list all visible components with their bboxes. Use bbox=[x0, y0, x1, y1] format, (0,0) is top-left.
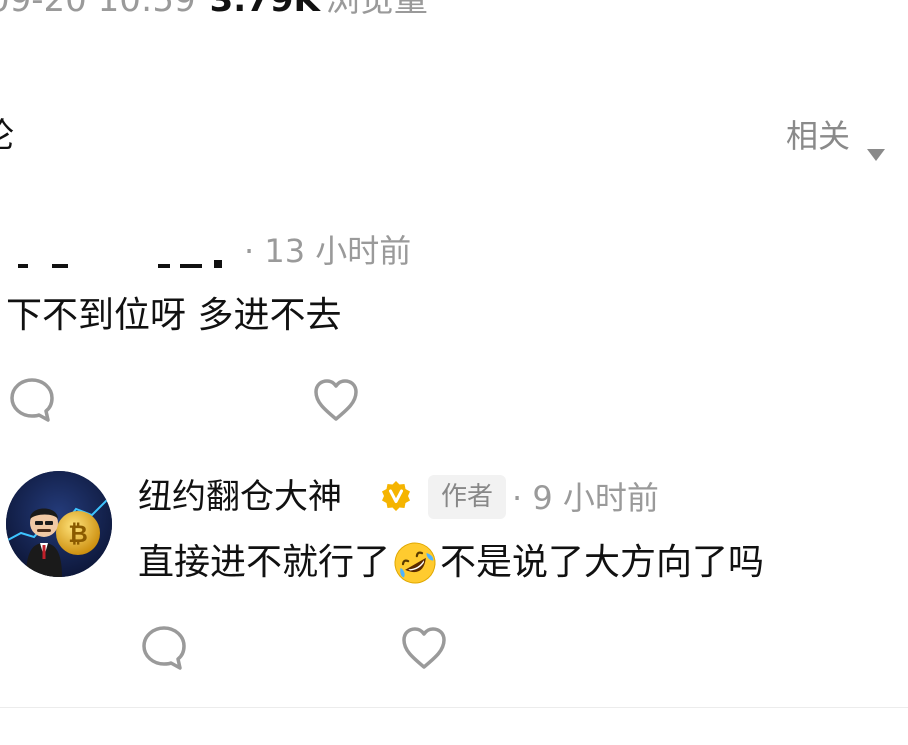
comment-text-part: 直接进不就行了 bbox=[138, 542, 391, 583]
comment-author-name[interactable]: 纽约翻仓大神 bbox=[138, 474, 342, 520]
comment-text-part: 不是说了大方向了吗 bbox=[440, 542, 765, 583]
avatar[interactable]: ₿ bbox=[6, 471, 112, 577]
comment-time: · 9 小时前 bbox=[512, 479, 659, 517]
views-label: 浏览量 bbox=[325, 0, 428, 20]
reply-icon[interactable] bbox=[8, 376, 56, 424]
cropped-name-strokes bbox=[18, 260, 222, 268]
comment-text: 直接进不就行了 不是说了大方向了吗 bbox=[138, 538, 764, 588]
caret-down-icon bbox=[866, 129, 886, 161]
views-count: 3.79K bbox=[209, 0, 320, 20]
comment-time: · 13 小时前 bbox=[244, 232, 412, 270]
svg-text:₿: ₿ bbox=[68, 520, 88, 548]
comment-author-name[interactable] bbox=[8, 260, 248, 274]
avatar-image: ₿ bbox=[6, 471, 112, 577]
comments-page: 09-20 10:59 3.79K浏览量 论 相关 · 13 小时前 下不到位呀 … bbox=[0, 0, 908, 745]
author-tag: 作者 bbox=[428, 475, 507, 519]
like-heart-icon[interactable] bbox=[312, 377, 360, 423]
post-datetime: 09-20 10:59 bbox=[0, 0, 196, 20]
like-heart-icon[interactable] bbox=[400, 625, 448, 671]
comment-meta: · 13 小时前 bbox=[0, 228, 500, 274]
divider bbox=[0, 707, 908, 708]
sort-dropdown[interactable]: 相关 bbox=[785, 114, 886, 161]
comment-text: 下不到位呀 多进不去 bbox=[6, 295, 342, 336]
rolling-on-the-floor-laughing-icon bbox=[392, 540, 438, 586]
comments-section-title: 论 bbox=[0, 114, 14, 158]
verified-badge-icon bbox=[380, 480, 412, 512]
post-meta-line: 09-20 10:59 3.79K 浏览量 bbox=[0, 0, 428, 22]
sort-label: 相关 bbox=[785, 117, 850, 155]
reply-icon[interactable] bbox=[140, 624, 188, 672]
